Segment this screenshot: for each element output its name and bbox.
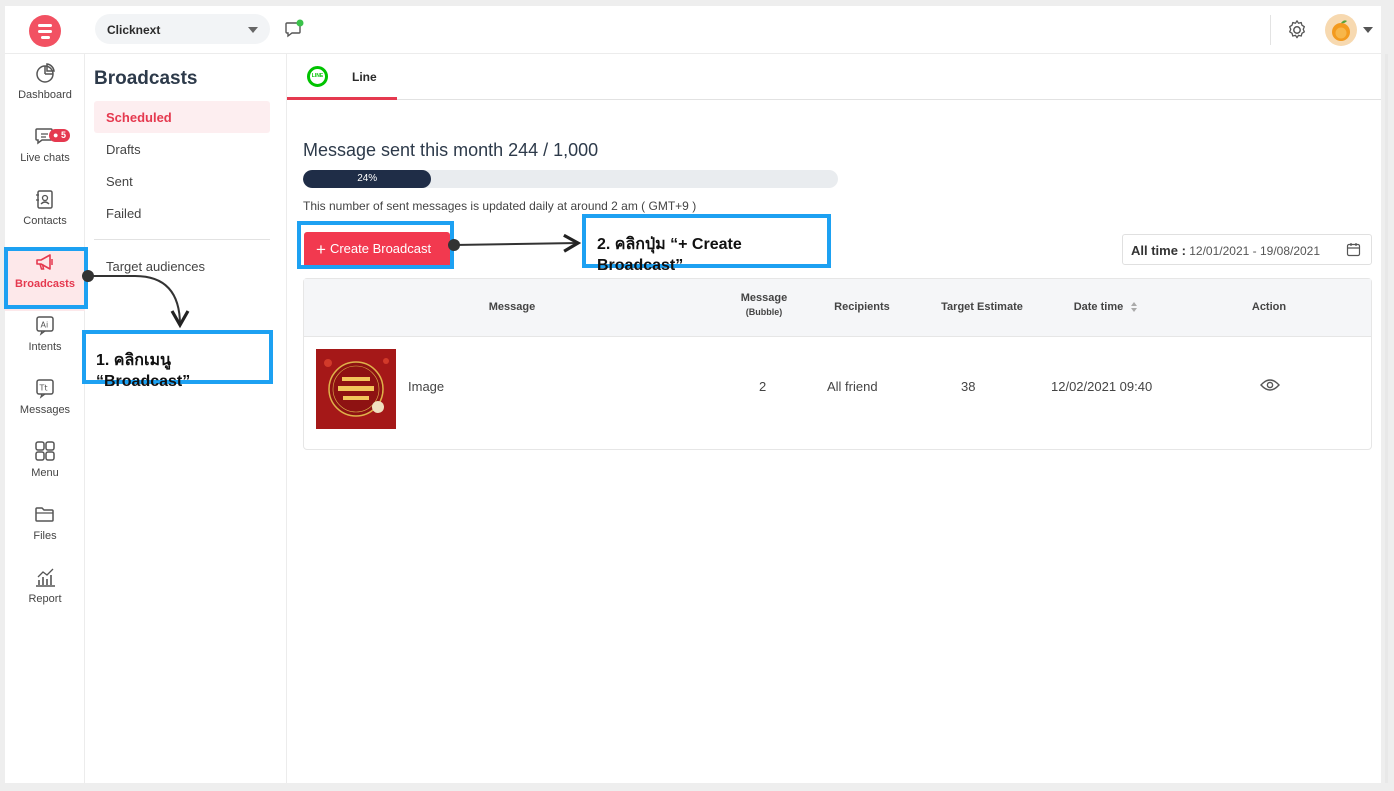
sidebar-item-report[interactable]: Report — [5, 566, 85, 626]
calendar-icon — [1346, 243, 1361, 257]
row-recipients: All friend — [827, 379, 878, 394]
workspace-name: Clicknext — [107, 23, 161, 37]
subnav-item-drafts[interactable]: Drafts — [94, 133, 270, 165]
sidebar-item-menu[interactable]: Menu — [5, 440, 85, 500]
ai-icon: Ai — [36, 316, 54, 336]
sidebar-item-intents[interactable]: Ai Intents — [5, 314, 85, 374]
sidebar-item-files[interactable]: Files — [5, 503, 85, 563]
top-bar: Clicknext — [5, 6, 1381, 54]
header-recipients: Recipients — [834, 301, 890, 313]
broadcast-image-thumbnail — [316, 349, 396, 429]
left-sidebar: Dashboard ● 5 Live chats Contacts Broadc… — [5, 54, 85, 783]
sidebar-item-label: Intents — [28, 341, 62, 353]
scrollbar[interactable] — [1385, 54, 1388, 783]
create-broadcast-highlight — [297, 221, 454, 269]
quota-progress-fill: 24% — [303, 170, 432, 188]
header-message-bubble: Message (Bubble) — [724, 292, 804, 317]
chat-status-icon[interactable] — [284, 19, 304, 39]
broadcasts-subnav: Broadcasts Scheduled Drafts Sent Failed … — [85, 54, 287, 783]
eye-icon[interactable] — [1260, 378, 1280, 392]
channel-tabs: LINE Line — [287, 54, 1381, 100]
broadcast-table: Message Message (Bubble) Recipients Targ… — [303, 278, 1372, 450]
subnav-item-scheduled[interactable]: Scheduled — [94, 101, 270, 133]
sidebar-item-label: Report — [28, 593, 62, 605]
sidebar-item-dashboard[interactable]: Dashboard — [5, 62, 85, 122]
broadcasts-highlight — [4, 247, 88, 309]
avatar-chevron-down-icon[interactable] — [1363, 27, 1373, 33]
workspace-select[interactable]: Clicknext — [95, 14, 270, 44]
header-message: Message — [488, 301, 536, 313]
quota-progress-bar: 24% — [303, 170, 838, 188]
header-action: Action — [1251, 301, 1287, 313]
grid-icon — [35, 441, 55, 461]
header-bubble-sub: (Bubble) — [745, 307, 783, 317]
row-date-time: 12/02/2021 09:40 — [1051, 379, 1153, 394]
user-avatar[interactable] — [1325, 14, 1357, 46]
contact-card-icon — [36, 190, 53, 209]
text-message-icon: Tt — [36, 379, 54, 399]
sidebar-item-contacts[interactable]: Contacts — [5, 188, 85, 248]
sidebar-item-messages[interactable]: Tt Messages — [5, 377, 85, 437]
table-header: Message Message (Bubble) Recipients Targ… — [304, 279, 1371, 337]
sidebar-item-label: Menu — [31, 467, 59, 479]
sidebar-item-label: Contacts — [23, 215, 67, 227]
quota-note: This number of sent messages is updated … — [303, 199, 697, 213]
sidebar-item-label: Files — [33, 530, 57, 542]
app-window: Clicknext Dashboard ● 5 Live chats Conta… — [5, 6, 1381, 783]
sidebar-item-label: Live chats — [20, 152, 70, 164]
bar-chart-icon — [36, 568, 55, 587]
sidebar-item-label: Messages — [19, 404, 71, 416]
step2-callout: 2. คลิกปุ่ม “+ Create Broadcast” — [582, 214, 831, 274]
svg-text:Tt: Tt — [39, 384, 48, 393]
date-filter-label: All time : — [1131, 243, 1186, 258]
header-date-time[interactable]: Date time — [1066, 301, 1146, 313]
gear-icon[interactable] — [1286, 19, 1308, 41]
subnav-item-failed[interactable]: Failed — [94, 197, 270, 229]
svg-text:Ai: Ai — [41, 321, 49, 330]
divider — [94, 239, 270, 240]
sidebar-item-live-chats[interactable]: ● 5 Live chats — [5, 125, 85, 185]
tab-label: Line — [352, 70, 377, 84]
sidebar-item-label: Dashboard — [18, 89, 72, 101]
date-range-filter[interactable]: All time : 12/01/2021 - 19/08/2021 — [1122, 234, 1372, 265]
step1-callout: 1. คลิกเมนู “Broadcast” — [82, 330, 273, 390]
divider — [1270, 15, 1271, 45]
line-logo-icon: LINE — [307, 66, 328, 87]
row-message-type: Image — [408, 379, 445, 394]
date-filter-range: 12/01/2021 - 19/08/2021 — [1189, 244, 1321, 258]
unread-badge: ● 5 — [49, 129, 70, 142]
folder-icon — [35, 507, 54, 522]
sort-icon[interactable] — [1130, 301, 1138, 313]
tab-line[interactable]: LINE Line — [287, 54, 397, 100]
subnav-item-sent[interactable]: Sent — [94, 165, 270, 197]
subnav-title: Broadcasts — [94, 68, 198, 89]
quota-title: Message sent this month 244 / 1,000 — [303, 140, 599, 160]
pie-chart-icon — [36, 63, 55, 83]
row-bubble-count: 2 — [759, 379, 767, 394]
subnav-item-target-audiences[interactable]: Target audiences — [94, 250, 270, 282]
header-target-estimate: Target Estimate — [941, 301, 1023, 313]
row-target-estimate: 38 — [961, 379, 976, 394]
main-content: LINE Line Message sent this month 244 / … — [287, 54, 1381, 783]
chevron-down-icon — [248, 27, 258, 33]
app-logo[interactable] — [29, 15, 61, 47]
